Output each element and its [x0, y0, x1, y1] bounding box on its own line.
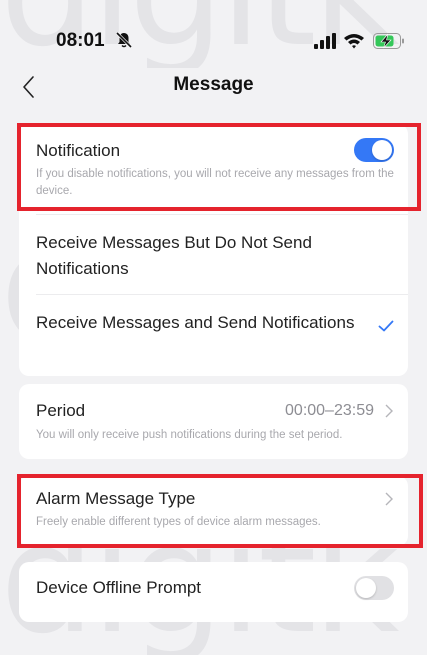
alarm-card[interactable]: Alarm Message Type Freely enable differe…	[19, 476, 408, 546]
divider	[36, 294, 408, 295]
alarm-title: Alarm Message Type	[36, 489, 196, 508]
offline-toggle[interactable]	[354, 576, 394, 600]
chevron-right-icon	[385, 492, 393, 506]
divider	[36, 214, 408, 215]
alarm-description: Freely enable different types of device …	[36, 516, 321, 528]
status-bar: 08:01	[0, 0, 427, 60]
option-receive-no-notify[interactable]: Receive Messages But Do Not Send Notific…	[36, 230, 356, 282]
wifi-icon	[344, 34, 364, 49]
period-title: Period	[36, 401, 86, 420]
offline-card: Device Offline Prompt	[19, 562, 408, 622]
checkmark-icon	[378, 320, 394, 332]
toggle-knob	[372, 140, 392, 160]
period-value: 00:00–23:59	[285, 402, 374, 419]
toggle-knob	[356, 578, 376, 598]
bell-muted-icon	[115, 31, 133, 49]
nav-bar: Message	[0, 62, 427, 112]
cellular-signal-icon	[314, 33, 336, 49]
notification-title: Notification	[36, 141, 121, 160]
period-description: You will only receive push notifications…	[36, 429, 343, 441]
notification-card: Notification If you disable notification…	[19, 124, 408, 376]
notification-description: If you disable notifications, you will n…	[36, 168, 394, 197]
option-receive-and-notify[interactable]: Receive Messages and Send Notifications	[36, 310, 356, 336]
page-title: Message	[173, 74, 254, 95]
offline-title: Device Offline Prompt	[36, 578, 202, 597]
status-time: 08:01	[56, 30, 105, 51]
notification-toggle[interactable]	[354, 138, 394, 162]
period-card[interactable]: Period 00:00–23:59 You will only receive…	[19, 384, 408, 459]
battery-charging-icon	[373, 33, 404, 49]
chevron-right-icon	[385, 404, 393, 418]
